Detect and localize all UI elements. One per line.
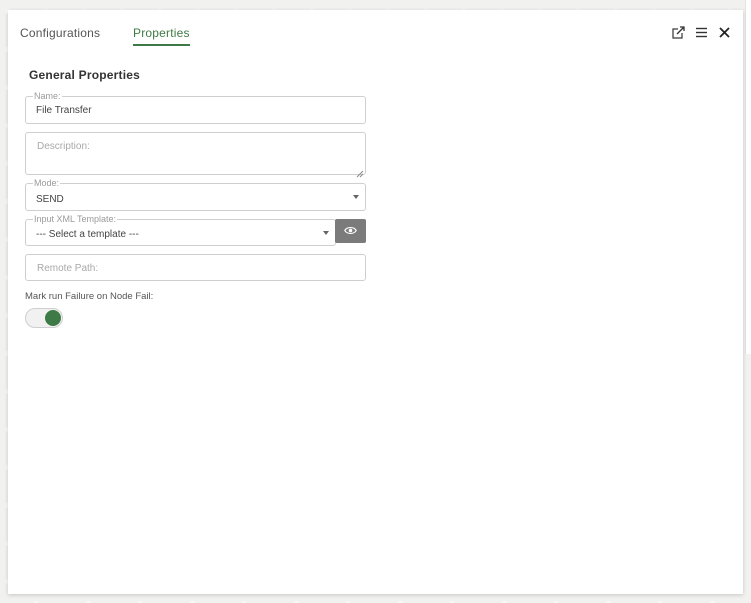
background-panel-edge — [745, 0, 751, 354]
mode-value: SEND — [36, 194, 64, 205]
tab-properties-label: Properties — [133, 26, 190, 40]
preview-template-button[interactable] — [335, 219, 366, 243]
toggle-knob — [45, 310, 61, 326]
panel-toolbar — [672, 26, 731, 39]
properties-panel: Configurations Properties General Proper… — [8, 10, 743, 594]
section-title: General Properties — [29, 68, 140, 82]
toggle-label: Mark run Failure on Node Fail: — [25, 291, 154, 302]
tab-properties[interactable]: Properties — [133, 26, 190, 46]
description-placeholder: Description: — [37, 141, 90, 152]
name-legend: Name: — [33, 90, 62, 102]
remote-path-placeholder: Remote Path: — [37, 263, 99, 274]
expand-icon[interactable] — [672, 26, 685, 39]
active-tab-indicator — [133, 44, 190, 46]
menu-icon[interactable] — [695, 26, 708, 39]
template-legend: Input XML Template: — [33, 213, 118, 225]
resize-handle-icon[interactable] — [356, 165, 364, 178]
eye-icon — [344, 222, 357, 240]
remote-path-field[interactable]: Remote Path: — [25, 254, 366, 281]
close-icon[interactable] — [718, 26, 731, 39]
tab-configurations-label: Configurations — [20, 26, 101, 40]
name-value: File Transfer — [36, 105, 92, 116]
name-field[interactable]: Name: File Transfer — [25, 90, 366, 124]
mode-select[interactable]: Mode: SEND — [25, 177, 366, 211]
mode-legend: Mode: — [33, 177, 61, 189]
template-select[interactable]: Input XML Template: --- Select a templat… — [25, 213, 336, 246]
tab-configurations[interactable]: Configurations — [20, 26, 100, 40]
chevron-down-icon — [323, 230, 329, 235]
template-value: --- Select a template --- — [36, 229, 139, 240]
chevron-down-icon — [353, 195, 359, 199]
description-field[interactable]: Description: — [25, 132, 366, 178]
failure-toggle[interactable] — [25, 308, 63, 328]
